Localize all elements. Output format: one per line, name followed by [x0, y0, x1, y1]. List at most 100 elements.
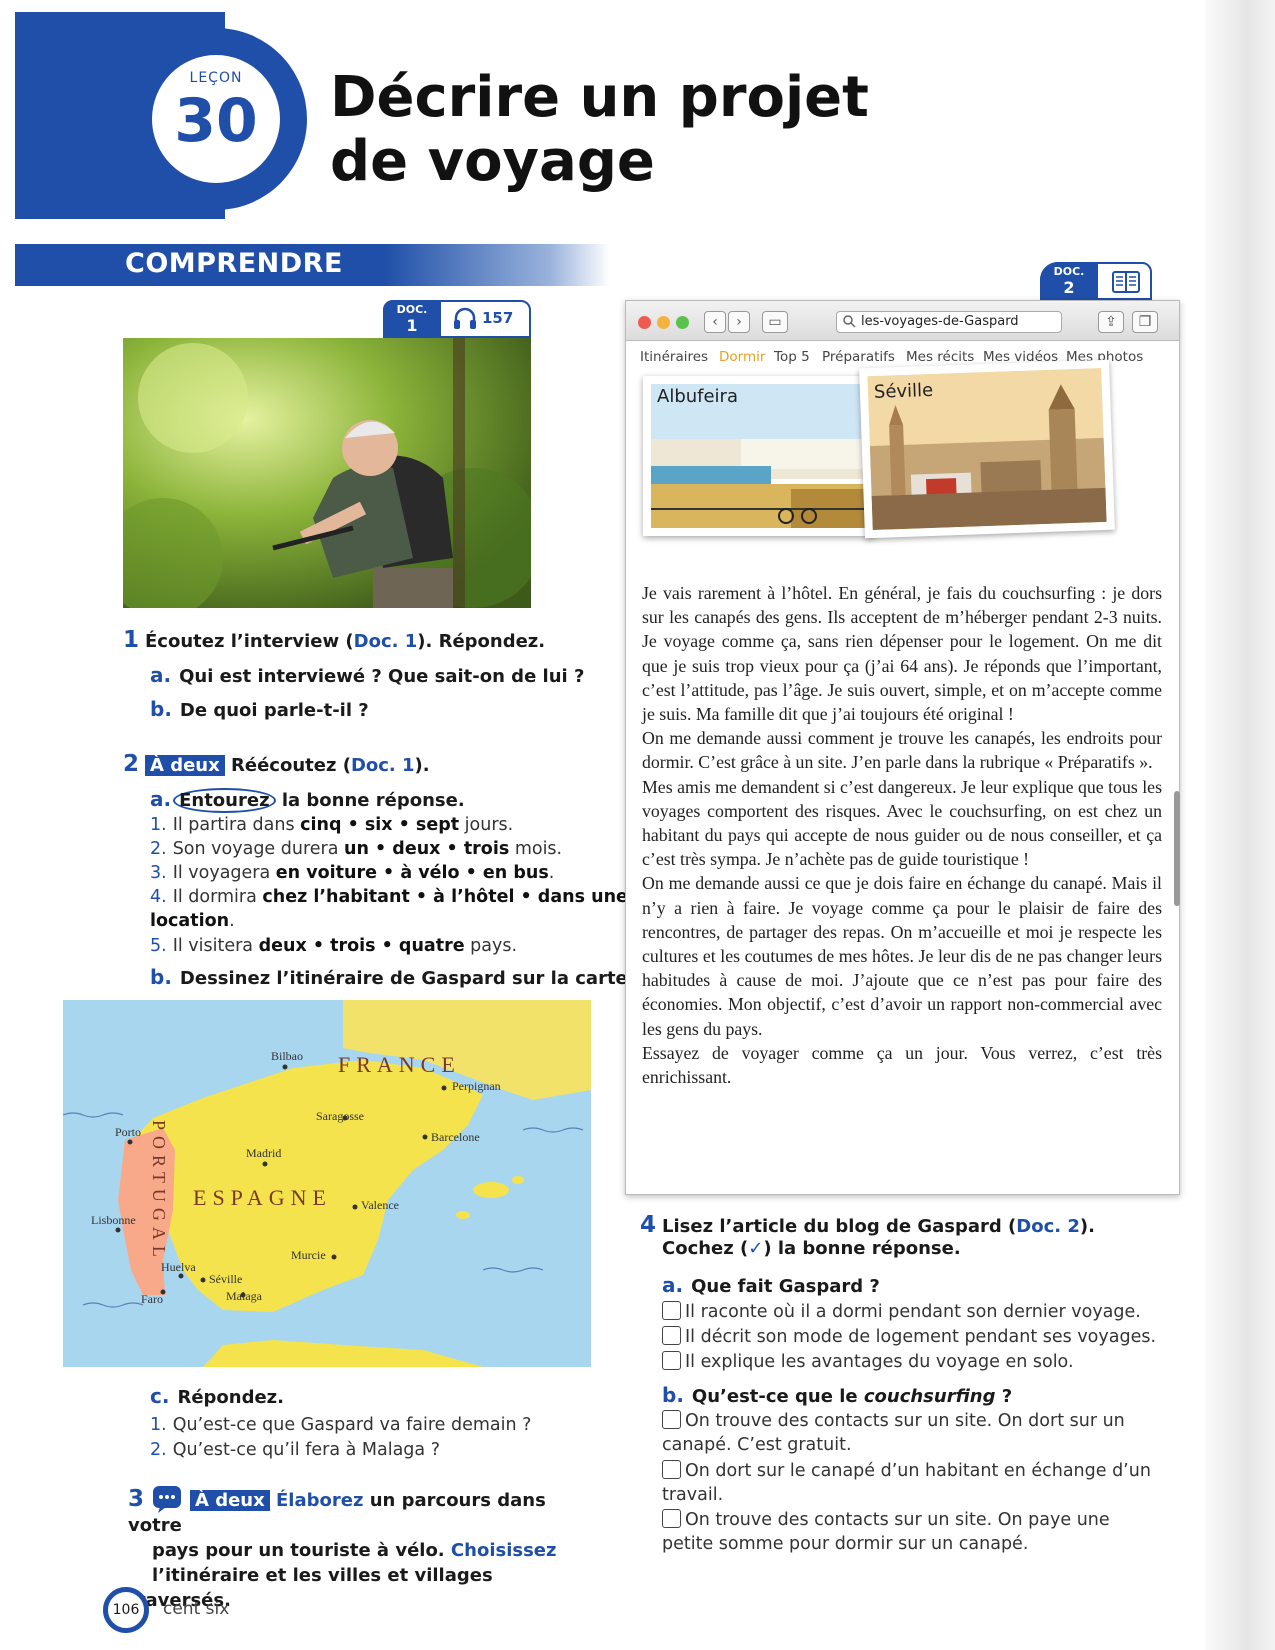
menu-itineraires[interactable]: Itinéraires: [640, 349, 708, 365]
checkbox-label: Il décrit son mode de logement pendant s…: [685, 1327, 1157, 1347]
question-1-number: 1: [123, 627, 140, 653]
article-paragraph: Mes amis me demandent si c’est dangereux…: [642, 776, 1162, 870]
menu-preparatifs[interactable]: Préparatifs: [822, 349, 895, 365]
choice-item-4[interactable]: 4. Il dormira chez l’habitant • à l’hôtel…: [150, 885, 628, 909]
close-dot[interactable]: [638, 316, 651, 329]
map-country-espagne: ESPAGNE: [193, 1185, 332, 1210]
choice-item-3[interactable]: 3. Il voyagera en voiture • à vélo • en b…: [150, 861, 554, 885]
question-1b-letter: b.: [150, 697, 172, 721]
question-2c-item-text: Qu’est-ce qu’il fera à Malaga ?: [172, 1440, 440, 1460]
question-1-text-a: Écoutez l’interview (: [145, 631, 354, 652]
lesson-label: LEÇON: [189, 70, 243, 86]
choice-item-pre: Il partira dans: [172, 815, 301, 835]
map-country-france: FRANCE: [338, 1052, 461, 1077]
question-2c-text: Répondez.: [177, 1387, 284, 1408]
map-city: Barcelone: [431, 1130, 480, 1144]
choice-item-pre: Son voyage durera: [172, 839, 345, 859]
map-city: Faro: [141, 1292, 163, 1306]
choice-item-number: 2.: [150, 839, 167, 859]
headphones-icon[interactable]: [452, 306, 478, 330]
checkbox-option[interactable]: Il décrit son mode de logement pendant s…: [662, 1325, 1156, 1349]
forward-button[interactable]: ›: [728, 311, 750, 333]
question-3-verb-1: Élaborez: [276, 1490, 364, 1511]
menu-mes-recits[interactable]: Mes récits: [906, 349, 974, 365]
choice-item-2[interactable]: 2. Son voyage durera un • deux • trois mo…: [150, 837, 562, 861]
choice-item-5[interactable]: 5. Il visitera deux • trois • quatre pays…: [150, 934, 517, 958]
checkbox[interactable]: [662, 1326, 681, 1345]
url-text: les-voyages-de-Gaspard: [861, 314, 1019, 329]
checkbox[interactable]: [662, 1509, 681, 1528]
question-2-number: 2: [123, 751, 140, 777]
map-city: Madrid: [246, 1146, 281, 1160]
choice-item-options: chez l’habitant • à l’hôtel • dans une: [262, 887, 628, 907]
checkbox[interactable]: [662, 1301, 681, 1320]
choice-item-1[interactable]: 1. Il partira dans cinq • six • sept jour…: [150, 813, 513, 837]
checkbox-label: On trouve des contacts sur un site. On p…: [685, 1510, 1110, 1530]
question-2-doc-ref[interactable]: Doc. 1: [351, 755, 415, 776]
question-4-line-2-b: ) la bonne réponse.: [763, 1238, 961, 1259]
question-3: 3À deux Élaborez un parcours dans votre …: [128, 1486, 598, 1613]
question-4b: b. Qu’est-ce que le couchsurfing ?: [662, 1383, 1012, 1409]
checkbox-option[interactable]: Il explique les avantages du voyage en s…: [662, 1350, 1074, 1374]
doc1-label-pill: DOC. 1: [383, 300, 441, 338]
doc1-track: 157: [482, 309, 514, 327]
checkbox[interactable]: [662, 1351, 681, 1370]
scrollbar[interactable]: [1174, 791, 1180, 906]
question-4-line-2: Cochez (✓) la bonne réponse.: [662, 1237, 961, 1261]
search-icon: [843, 315, 856, 335]
choice-item-post: .: [548, 863, 555, 883]
doc1-label: DOC.: [396, 303, 428, 316]
question-4b-post: ?: [995, 1386, 1013, 1407]
question-2c-item-1: 1. Qu’est-ce que Gaspard va faire demain …: [150, 1413, 531, 1437]
question-1-doc-ref[interactable]: Doc. 1: [354, 631, 418, 652]
map-city: Malaga: [226, 1289, 263, 1303]
question-2c-item-text: Qu’est-ce que Gaspard va faire demain ?: [172, 1415, 532, 1435]
page-number: 106: [103, 1587, 149, 1633]
question-2a-letter: a.: [150, 787, 172, 811]
blog-article: Je vais rarement à l’hôtel. En général, …: [642, 581, 1162, 1089]
checkbox-option[interactable]: On trouve des contacts sur un site. On p…: [662, 1508, 1110, 1556]
sidebar-toggle-icon[interactable]: ▭: [762, 311, 788, 333]
choice-item-number: 1.: [150, 815, 167, 835]
photo-caption-albufeira: Albufeira: [657, 386, 738, 407]
menu-top5[interactable]: Top 5: [774, 349, 810, 365]
checkbox[interactable]: [662, 1410, 681, 1429]
article-paragraph: Je vais rarement à l’hôtel. En général, …: [642, 583, 1162, 725]
menu-dormir[interactable]: Dormir: [719, 349, 765, 365]
tabs-icon[interactable]: ❐: [1132, 311, 1158, 333]
back-button[interactable]: ‹: [704, 311, 726, 333]
question-2-text-b: ).: [414, 755, 430, 776]
checkbox-option[interactable]: On dort sur le canapé d’un habitant en é…: [662, 1459, 1151, 1507]
article-paragraph: On me demande aussi ce que je dois faire…: [642, 873, 1162, 1039]
question-2-text-a: Réécoutez (: [231, 755, 351, 776]
share-icon[interactable]: ⇪: [1098, 311, 1124, 333]
question-4a-letter: a.: [662, 1273, 684, 1297]
checkbox-label-cont: travail.: [662, 1485, 724, 1505]
choice-item-post: .: [229, 911, 235, 931]
maximize-dot[interactable]: [676, 316, 689, 329]
question-2: 2À deux Réécoutez (Doc. 1).: [123, 752, 430, 778]
question-1b: b. De quoi parle-t-il ?: [150, 697, 369, 723]
map-city: Huelva: [161, 1260, 196, 1274]
question-4: 4 Lisez l’article du blog de Gaspard (Doc…: [640, 1213, 1095, 1239]
question-4-doc-ref[interactable]: Doc. 2: [1016, 1216, 1080, 1237]
map-city: Valence: [361, 1198, 399, 1212]
choice-item-pre: Il visitera: [172, 936, 259, 956]
minimize-dot[interactable]: [657, 316, 670, 329]
url-field[interactable]: les-voyages-de-Gaspard: [836, 311, 1062, 333]
checkbox-option[interactable]: On trouve des contacts sur un site. On d…: [662, 1409, 1125, 1457]
choice-item-options: location: [150, 911, 230, 931]
checkbox-option[interactable]: Il raconte où il a dormi pendant son der…: [662, 1300, 1141, 1324]
checkbox[interactable]: [662, 1460, 681, 1479]
map-city: Perpignan: [452, 1079, 501, 1093]
choice-item-number: 4.: [150, 887, 167, 907]
question-2c-item-number: 1.: [150, 1415, 167, 1435]
book-icon[interactable]: [1112, 270, 1140, 294]
choice-item-4-cont[interactable]: location.: [150, 909, 235, 933]
photo-albufeira: Albufeira: [643, 376, 875, 536]
page-edge-shadow: [1205, 0, 1275, 1650]
iberia-map[interactable]: FRANCE ESPAGNE PORTUGAL Bilbao Perpignan…: [63, 1000, 591, 1367]
doc2-label: DOC.: [1053, 265, 1085, 278]
article-paragraph: Essayez de voyager comme ça un jour. Vou…: [642, 1042, 1162, 1088]
question-4-text-b: ).: [1079, 1216, 1095, 1237]
